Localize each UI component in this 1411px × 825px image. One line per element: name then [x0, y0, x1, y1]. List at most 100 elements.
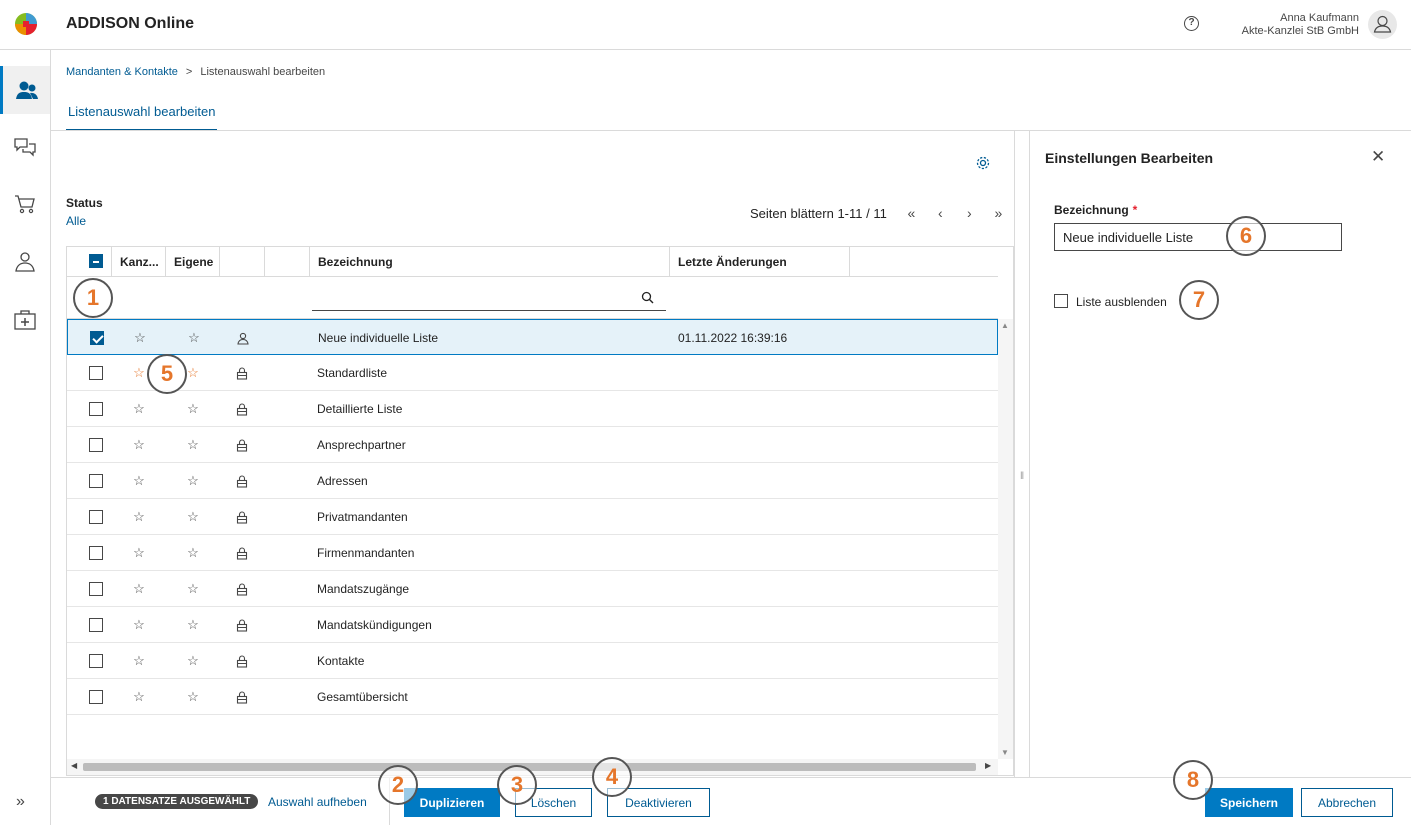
favorite-own-star-icon[interactable]: ☆	[183, 463, 203, 499]
avatar[interactable]	[1368, 10, 1397, 39]
save-button[interactable]: Speichern	[1205, 788, 1293, 817]
favorite-own-star-icon[interactable]: ☆	[183, 643, 203, 679]
hide-list-label[interactable]: Liste ausblenden	[1076, 295, 1167, 309]
table-row[interactable]: ☆ ☆ Neue individuelle Liste 01.11.2022 16:3…	[67, 319, 998, 355]
favorite-own-star-icon[interactable]: ☆	[184, 320, 204, 356]
bezeichnung-field[interactable]	[1054, 223, 1342, 251]
duplicate-button[interactable]: Duplizieren	[404, 788, 500, 817]
table-row[interactable]: ☆ ☆ Firmenmandanten	[67, 535, 998, 571]
breadcrumb-current: Listenauswahl bearbeiten	[200, 66, 326, 78]
vertical-scrollbar[interactable]: ▲ ▼	[998, 319, 1013, 759]
scroll-up-icon[interactable]: ▲	[1001, 321, 1009, 330]
table-row[interactable]: ☆ ☆ Ansprechpartner	[67, 427, 998, 463]
first-page-icon[interactable]: «	[897, 205, 926, 221]
table-row[interactable]: ☆ ☆ Gesamtübersicht	[67, 679, 998, 715]
nav-shop[interactable]	[0, 180, 50, 228]
help-icon[interactable]: ?	[1184, 16, 1199, 31]
nav-contacts[interactable]	[0, 66, 50, 114]
row-name: Adressen	[317, 474, 368, 488]
table-row[interactable]: ☆ ☆ Adressen	[67, 463, 998, 499]
last-page-icon[interactable]: »	[984, 205, 1013, 221]
table-row[interactable]: ☆ ☆ Privatmandanten	[67, 499, 998, 535]
favorite-kanzlei-star-icon[interactable]: ☆	[129, 499, 149, 535]
header-kanzlei[interactable]: Kanz...	[112, 247, 166, 277]
status-label: Status	[66, 196, 103, 210]
table-row[interactable]: ☆ ☆ Kontakte	[67, 643, 998, 679]
header-select-all[interactable]	[67, 247, 112, 277]
header-type	[220, 247, 265, 277]
row-checkbox[interactable]	[89, 438, 103, 452]
row-checkbox[interactable]	[89, 546, 103, 560]
deselect-link[interactable]: Auswahl aufheben	[268, 795, 367, 809]
next-page-icon[interactable]: ›	[955, 205, 984, 221]
row-checkbox[interactable]	[89, 402, 103, 416]
row-checkbox[interactable]	[89, 510, 103, 524]
favorite-kanzlei-star-icon[interactable]: ☆	[129, 571, 149, 607]
select-all-checkbox[interactable]	[89, 254, 103, 268]
callout-1: 1	[73, 278, 113, 318]
scroll-down-icon[interactable]: ▼	[1001, 748, 1009, 757]
nav-toolbox[interactable]	[0, 296, 50, 344]
favorite-kanzlei-star-icon[interactable]: ☆	[129, 643, 149, 679]
selection-count-badge: 1 DATENSATZE AUSGEWÄHLT	[95, 794, 259, 809]
favorite-kanzlei-star-icon[interactable]: ☆	[129, 535, 149, 571]
row-checkbox[interactable]	[89, 366, 103, 380]
expand-rail-icon[interactable]: »	[16, 793, 25, 811]
favorite-kanzlei-star-icon[interactable]: ☆	[129, 427, 149, 463]
tab-list-selection[interactable]: Listenauswahl bearbeiten	[66, 104, 218, 131]
close-icon[interactable]: ✕	[1371, 147, 1385, 167]
chevron-right-icon: >	[185, 66, 193, 78]
favorite-kanzlei-star-icon[interactable]: ☆	[129, 391, 149, 427]
table-row[interactable]: ☆ ☆ Mandatskündigungen	[67, 607, 998, 643]
search-icon[interactable]	[641, 291, 654, 304]
row-checkbox[interactable]	[89, 690, 103, 704]
scroll-right-icon[interactable]: ▶	[985, 761, 991, 770]
breadcrumb-link-contacts[interactable]: Mandanten & Kontakte	[66, 66, 178, 78]
header-bezeichnung[interactable]: Bezeichnung	[310, 247, 670, 277]
favorite-own-star-icon[interactable]: ☆	[183, 391, 203, 427]
lock-icon	[236, 619, 248, 635]
favorite-own-star-icon[interactable]: ☆	[183, 499, 203, 535]
list-table: Kanz... Eigene Bezeichnung Letzte Änderu…	[66, 246, 1014, 776]
hide-list-checkbox[interactable]	[1054, 294, 1068, 308]
header-empty	[265, 247, 310, 277]
gear-icon[interactable]	[975, 155, 991, 171]
user-info[interactable]: Anna Kaufmann Akte-Kanzlei StB GmbH	[1242, 12, 1359, 38]
favorite-kanzlei-star-icon[interactable]: ☆	[129, 607, 149, 643]
table-row[interactable]: ☆ ☆ Detaillierte Liste	[67, 391, 998, 427]
callout-2: 2	[378, 765, 418, 805]
row-checkbox[interactable]	[90, 331, 104, 345]
user-company: Akte-Kanzlei StB GmbH	[1241, 25, 1359, 37]
row-checkbox[interactable]	[89, 474, 103, 488]
callout-6: 6	[1226, 216, 1266, 256]
favorite-own-star-icon[interactable]: ☆	[183, 607, 203, 643]
scroll-left-icon[interactable]: ◀	[71, 761, 77, 770]
cancel-button[interactable]: Abbrechen	[1301, 788, 1393, 817]
favorite-kanzlei-star-icon[interactable]: ☆	[130, 320, 150, 356]
row-checkbox[interactable]	[89, 654, 103, 668]
header-last-changes[interactable]: Letzte Änderungen	[670, 247, 850, 277]
favorite-own-star-icon[interactable]: ☆	[183, 571, 203, 607]
bezeichnung-filter-input[interactable]	[312, 287, 666, 311]
favorite-own-star-icon[interactable]: ☆	[183, 679, 203, 715]
lock-icon	[236, 547, 248, 563]
panel-splitter[interactable]: ‖	[1014, 131, 1030, 777]
required-marker: *	[1132, 203, 1138, 217]
pagination: Seiten blättern 1-11 / 11 « ‹ › »	[750, 205, 1013, 221]
prev-page-icon[interactable]: ‹	[926, 205, 955, 221]
favorite-own-star-icon[interactable]: ☆	[183, 535, 203, 571]
splitter-grip-icon[interactable]: ‖	[1020, 471, 1024, 482]
favorite-kanzlei-star-icon[interactable]: ☆	[129, 355, 149, 391]
table-row[interactable]: ☆ ☆ Standardliste	[67, 355, 998, 391]
header-eigene[interactable]: Eigene	[166, 247, 220, 277]
favorite-kanzlei-star-icon[interactable]: ☆	[129, 679, 149, 715]
favorite-own-star-icon[interactable]: ☆	[183, 427, 203, 463]
nav-messages[interactable]	[0, 124, 50, 172]
row-checkbox[interactable]	[89, 618, 103, 632]
nav-user-admin[interactable]	[0, 238, 50, 286]
favorite-kanzlei-star-icon[interactable]: ☆	[129, 463, 149, 499]
tab-divider	[51, 130, 1411, 131]
status-filter-link[interactable]: Alle	[66, 214, 86, 228]
table-row[interactable]: ☆ ☆ Mandatszugänge	[67, 571, 998, 607]
row-checkbox[interactable]	[89, 582, 103, 596]
